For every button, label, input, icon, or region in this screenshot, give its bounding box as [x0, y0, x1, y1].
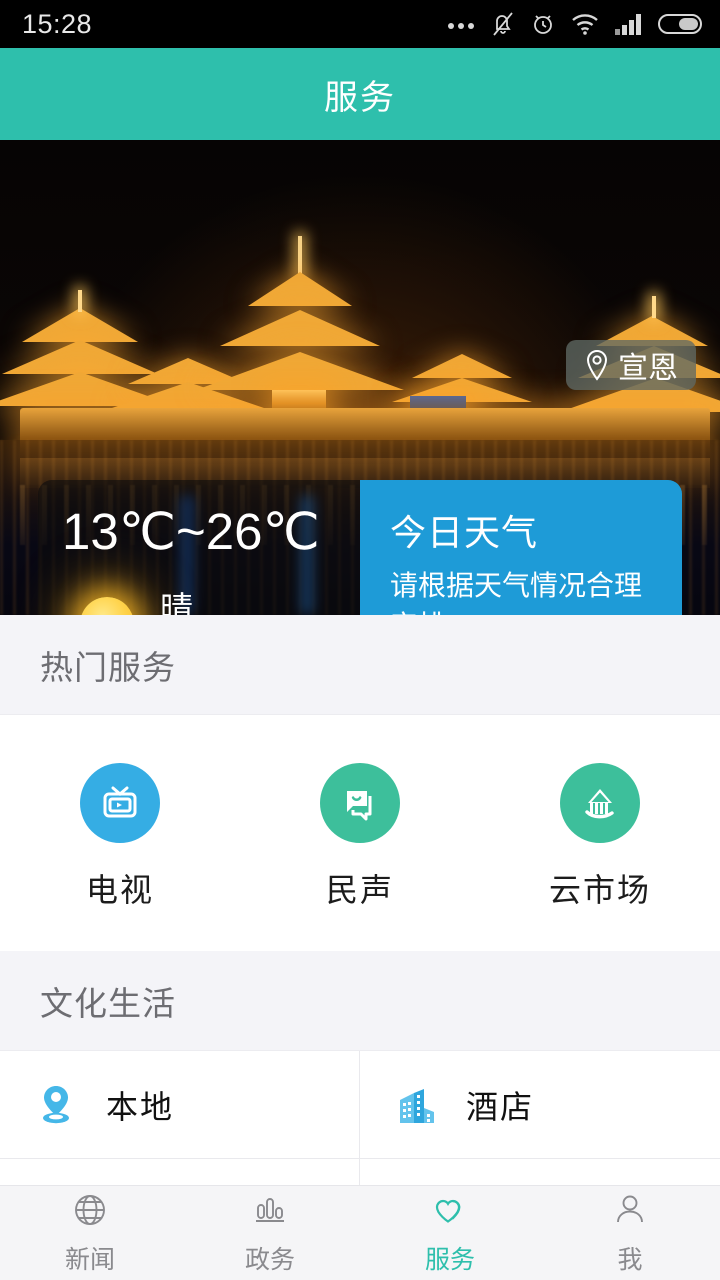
weather-tip-desc: 请根据天气情况合理安排!	[390, 566, 660, 615]
status-bar: 15:28	[0, 0, 720, 48]
bar-chart-icon	[251, 1191, 289, 1234]
service-label: 电视	[86, 865, 154, 911]
location-chip[interactable]: 宣恩	[566, 340, 696, 390]
cellular-signal-icon	[614, 12, 644, 36]
location-pin-icon	[584, 349, 610, 381]
grid-item-label: 本地	[106, 1082, 174, 1128]
location-pin-icon	[32, 1082, 80, 1128]
wifi-icon	[570, 12, 600, 36]
status-time: 15:28	[22, 9, 92, 40]
person-icon	[611, 1191, 649, 1234]
section-header-culture-life: 文化生活	[0, 951, 720, 1051]
tab-profile[interactable]: 我	[540, 1186, 720, 1280]
service-item-cloud-market[interactable]: 云市场	[480, 763, 720, 911]
globe-icon	[71, 1191, 109, 1234]
location-chip-label: 宣恩	[618, 343, 678, 387]
hot-services-row: 电视 民声 云市场	[0, 715, 720, 951]
section-title: 热门服务	[40, 641, 176, 689]
weather-summary-panel[interactable]: 13℃~26℃ 晴 37 良	[38, 480, 360, 615]
buildings-icon	[392, 1082, 440, 1128]
tab-label: 我	[617, 1240, 642, 1276]
app-bar: 服务	[0, 48, 720, 140]
hero-banner[interactable]: 宣恩 13℃~26℃ 晴 37 良 今日天气 请根据天气情况合理安排!	[0, 140, 720, 615]
service-label: 云市场	[549, 865, 651, 911]
grid-item-hotel[interactable]: 酒店	[360, 1051, 720, 1159]
tab-government[interactable]: 政务	[180, 1186, 360, 1280]
more-dots-icon	[446, 19, 476, 29]
alarm-clock-icon	[530, 10, 556, 38]
double-heart-icon	[431, 1191, 469, 1234]
bottom-tab-bar: 新闻 政务 服务 我	[0, 1185, 720, 1280]
weather-condition: 晴	[160, 582, 193, 615]
section-header-hot-services: 热门服务	[0, 615, 720, 715]
weather-tip-panel[interactable]: 今日天气 请根据天气情况合理安排!	[360, 480, 682, 615]
tab-services[interactable]: 服务	[360, 1186, 540, 1280]
bell-muted-icon	[490, 10, 516, 38]
temperature-range: 13℃~26℃	[62, 502, 320, 562]
market-house-icon	[560, 763, 640, 843]
battery-icon	[658, 12, 704, 36]
sun-icon	[68, 585, 146, 615]
weather-widget[interactable]: 13℃~26℃ 晴 37 良 今日天气 请根据天气情况合理安排!	[38, 480, 682, 615]
grid-item-label: 酒店	[466, 1082, 534, 1128]
service-item-minsheng[interactable]: 民声	[240, 763, 480, 911]
tab-label: 服务	[425, 1240, 475, 1276]
page-title: 服务	[324, 70, 396, 119]
section-title: 文化生活	[40, 977, 176, 1025]
tv-icon	[80, 763, 160, 843]
service-item-tv[interactable]: 电视	[0, 763, 240, 911]
service-label: 民声	[326, 865, 394, 911]
tab-label: 政务	[245, 1240, 295, 1276]
grid-item-local[interactable]: 本地	[0, 1051, 360, 1159]
weather-tip-title: 今日天气	[390, 504, 660, 556]
tab-label: 新闻	[65, 1240, 115, 1276]
status-icon-group	[446, 10, 704, 38]
tab-news[interactable]: 新闻	[0, 1186, 180, 1280]
chat-bubbles-icon	[320, 763, 400, 843]
